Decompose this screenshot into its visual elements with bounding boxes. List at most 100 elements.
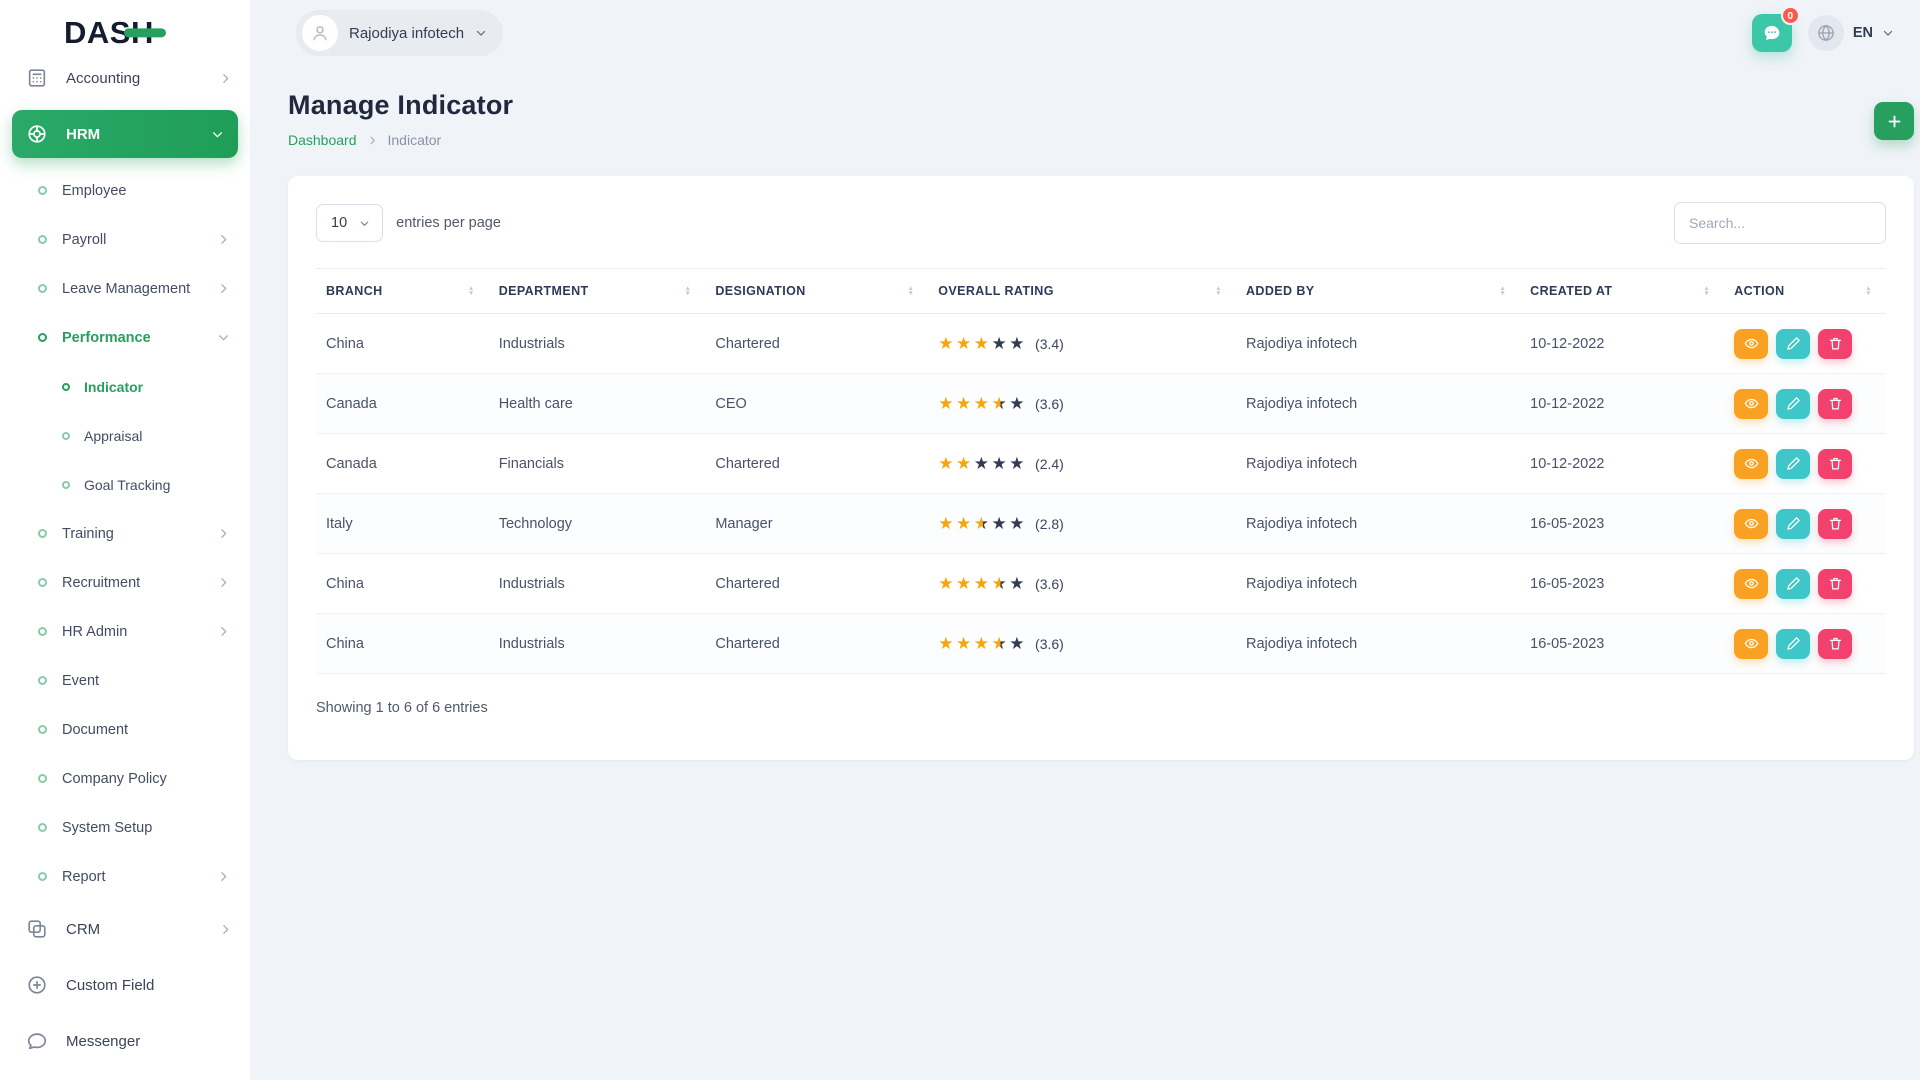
sidebar-item-hr-admin[interactable]: HR Admin bbox=[0, 607, 250, 656]
bullet-icon bbox=[38, 725, 47, 734]
sort-icon: ▲▼ bbox=[685, 286, 692, 297]
sidebar-item-hrm[interactable]: HRM bbox=[12, 110, 238, 158]
cell-action bbox=[1724, 554, 1886, 614]
delete-button[interactable] bbox=[1818, 329, 1852, 359]
cell-overall-rating: ★★★★★(3.6) bbox=[928, 374, 1236, 434]
bullet-icon bbox=[38, 333, 47, 342]
cell-branch: Canada bbox=[316, 434, 489, 494]
search-input[interactable] bbox=[1674, 202, 1886, 244]
cell-overall-rating: ★★★★★(3.6) bbox=[928, 554, 1236, 614]
sidebar-item-employee[interactable]: Employee bbox=[0, 166, 250, 215]
pencil-icon bbox=[1786, 576, 1801, 591]
cell-department: Financials bbox=[489, 434, 706, 494]
sort-icon: ▲▼ bbox=[1703, 286, 1710, 297]
delete-button[interactable] bbox=[1818, 629, 1852, 659]
sidebar-item-document[interactable]: Document bbox=[0, 705, 250, 754]
sidebar-item-payroll[interactable]: Payroll bbox=[0, 215, 250, 264]
sidebar-item-label: Accounting bbox=[66, 70, 219, 87]
sidebar-item-training[interactable]: Training bbox=[0, 509, 250, 558]
cell-created-at: 10-12-2022 bbox=[1520, 434, 1724, 494]
sidebar-item-event[interactable]: Event bbox=[0, 656, 250, 705]
view-button[interactable] bbox=[1734, 389, 1768, 419]
sidebar-item-crm[interactable]: CRM bbox=[0, 901, 250, 957]
cell-created-at: 16-05-2023 bbox=[1520, 554, 1724, 614]
eye-icon bbox=[1744, 456, 1759, 471]
view-button[interactable] bbox=[1734, 629, 1768, 659]
cell-department: Industrials bbox=[489, 554, 706, 614]
delete-button[interactable] bbox=[1818, 389, 1852, 419]
sidebar-item-system-setup[interactable]: System Setup bbox=[0, 803, 250, 852]
sidebar-item-performance[interactable]: Performance bbox=[0, 313, 250, 362]
edit-button[interactable] bbox=[1776, 449, 1810, 479]
column-header-overall-rating[interactable]: OVERALL RATING▲▼ bbox=[928, 269, 1236, 314]
brand-logo[interactable]: DASH bbox=[64, 15, 154, 51]
breadcrumb: Dashboard Indicator bbox=[288, 132, 513, 148]
sidebar-item-recruitment[interactable]: Recruitment bbox=[0, 558, 250, 607]
column-header-added-by[interactable]: ADDED BY▲▼ bbox=[1236, 269, 1520, 314]
cell-department: Health care bbox=[489, 374, 706, 434]
messenger-badge: 0 bbox=[1781, 6, 1800, 25]
view-button[interactable] bbox=[1734, 569, 1768, 599]
eye-icon bbox=[1744, 636, 1759, 651]
sort-icon: ▲▼ bbox=[1215, 286, 1222, 297]
edit-button[interactable] bbox=[1776, 629, 1810, 659]
table-row: ItalyTechnologyManager★★★★★(2.8)Rajodiya… bbox=[316, 494, 1886, 554]
sidebar-item-custom-field[interactable]: Custom Field bbox=[0, 957, 250, 1013]
column-header-designation[interactable]: DESIGNATION▲▼ bbox=[705, 269, 928, 314]
sidebar-item-label: System Setup bbox=[62, 820, 230, 836]
breadcrumb-dashboard-link[interactable]: Dashboard bbox=[288, 132, 357, 148]
chevron-down-icon bbox=[211, 128, 224, 141]
sidebar-item-report[interactable]: Report bbox=[0, 852, 250, 901]
column-header-department[interactable]: DEPARTMENT▲▼ bbox=[489, 269, 706, 314]
sort-icon: ▲▼ bbox=[1865, 286, 1872, 297]
sidebar-item-leave-management[interactable]: Leave Management bbox=[0, 264, 250, 313]
add-indicator-button[interactable] bbox=[1874, 102, 1914, 140]
cell-designation: Chartered bbox=[705, 434, 928, 494]
sidebar-item-label: Leave Management bbox=[62, 281, 217, 297]
sidebar-item-label: HR Admin bbox=[62, 624, 217, 640]
column-header-action[interactable]: ACTION▲▼ bbox=[1724, 269, 1886, 314]
rating: ★★★★★(3.6) bbox=[938, 575, 1226, 592]
cell-created-at: 10-12-2022 bbox=[1520, 374, 1724, 434]
trash-icon bbox=[1828, 336, 1843, 351]
sidebar-item-goal-tracking[interactable]: Goal Tracking bbox=[0, 460, 250, 509]
sidebar-item-calendar[interactable]: Calendar bbox=[0, 1069, 250, 1080]
cell-department: Industrials bbox=[489, 314, 706, 374]
pencil-icon bbox=[1786, 636, 1801, 651]
pencil-icon bbox=[1786, 456, 1801, 471]
sort-icon: ▲▼ bbox=[468, 286, 475, 297]
cell-designation: Chartered bbox=[705, 554, 928, 614]
rating-value: (2.4) bbox=[1035, 456, 1064, 472]
column-header-created-at[interactable]: CREATED AT▲▼ bbox=[1520, 269, 1724, 314]
cell-added-by: Rajodiya infotech bbox=[1236, 314, 1520, 374]
sidebar-item-messenger[interactable]: Messenger bbox=[0, 1013, 250, 1069]
company-switcher[interactable]: Rajodiya infotech bbox=[296, 10, 503, 56]
logo-area: DASH bbox=[0, 0, 250, 66]
sidebar-item-company-policy[interactable]: Company Policy bbox=[0, 754, 250, 803]
sidebar-item-label: Company Policy bbox=[62, 771, 230, 787]
view-button[interactable] bbox=[1734, 509, 1768, 539]
sidebar-item-accounting[interactable]: Accounting bbox=[0, 66, 250, 102]
company-name: Rajodiya infotech bbox=[349, 25, 464, 42]
delete-button[interactable] bbox=[1818, 569, 1852, 599]
view-button[interactable] bbox=[1734, 329, 1768, 359]
edit-button[interactable] bbox=[1776, 329, 1810, 359]
chevron-right-icon bbox=[217, 282, 230, 295]
delete-button[interactable] bbox=[1818, 449, 1852, 479]
entries-per-page-select[interactable]: 10 bbox=[316, 204, 383, 242]
column-header-branch[interactable]: BRANCH▲▼ bbox=[316, 269, 489, 314]
edit-button[interactable] bbox=[1776, 569, 1810, 599]
delete-button[interactable] bbox=[1818, 509, 1852, 539]
sidebar-item-indicator[interactable]: Indicator bbox=[0, 362, 250, 411]
sidebar-item-appraisal[interactable]: Appraisal bbox=[0, 411, 250, 460]
edit-button[interactable] bbox=[1776, 509, 1810, 539]
chevron-right-icon bbox=[217, 527, 230, 540]
language-switcher[interactable]: EN bbox=[1808, 15, 1894, 51]
cell-branch: China bbox=[316, 614, 489, 674]
view-button[interactable] bbox=[1734, 449, 1768, 479]
hrm-icon bbox=[26, 123, 48, 145]
edit-button[interactable] bbox=[1776, 389, 1810, 419]
cell-department: Technology bbox=[489, 494, 706, 554]
messenger-button[interactable]: 0 bbox=[1752, 14, 1792, 52]
rating-value: (3.6) bbox=[1035, 396, 1064, 412]
